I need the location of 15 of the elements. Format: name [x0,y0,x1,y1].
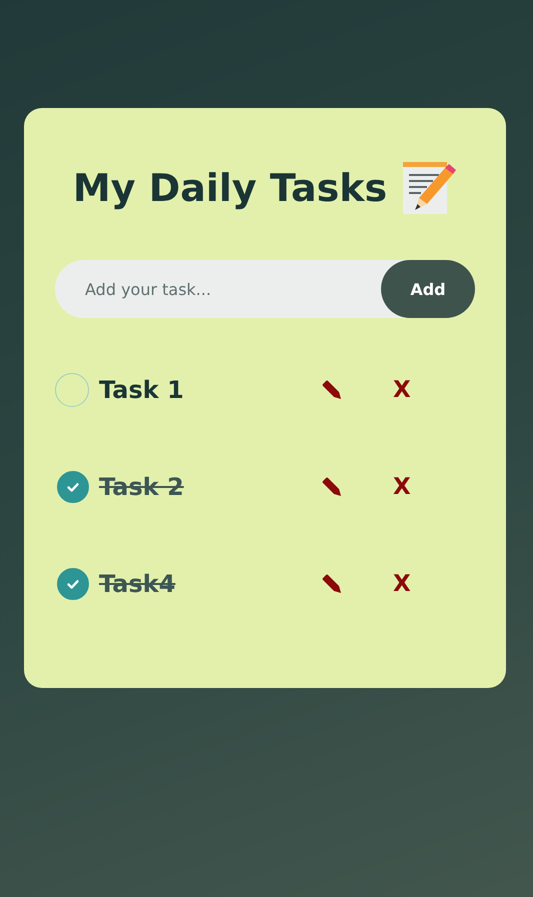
pencil-icon[interactable] [321,573,343,595]
app-title: My Daily Tasks [72,166,388,210]
task-checkbox[interactable] [57,568,89,600]
task-checkbox[interactable] [57,471,89,503]
task-label: Task4 [99,570,176,598]
delete-button[interactable]: X [389,377,415,403]
notepad-pencil-icon [401,160,458,216]
delete-button[interactable]: X [389,474,415,500]
delete-button[interactable]: X [389,571,415,597]
task-label: Task 2 [99,473,185,501]
pencil-icon[interactable] [321,476,343,498]
add-button[interactable]: Add [381,260,475,318]
task-checkbox[interactable] [55,373,89,407]
pencil-icon[interactable] [321,379,343,401]
task-label: Task 1 [99,376,185,404]
